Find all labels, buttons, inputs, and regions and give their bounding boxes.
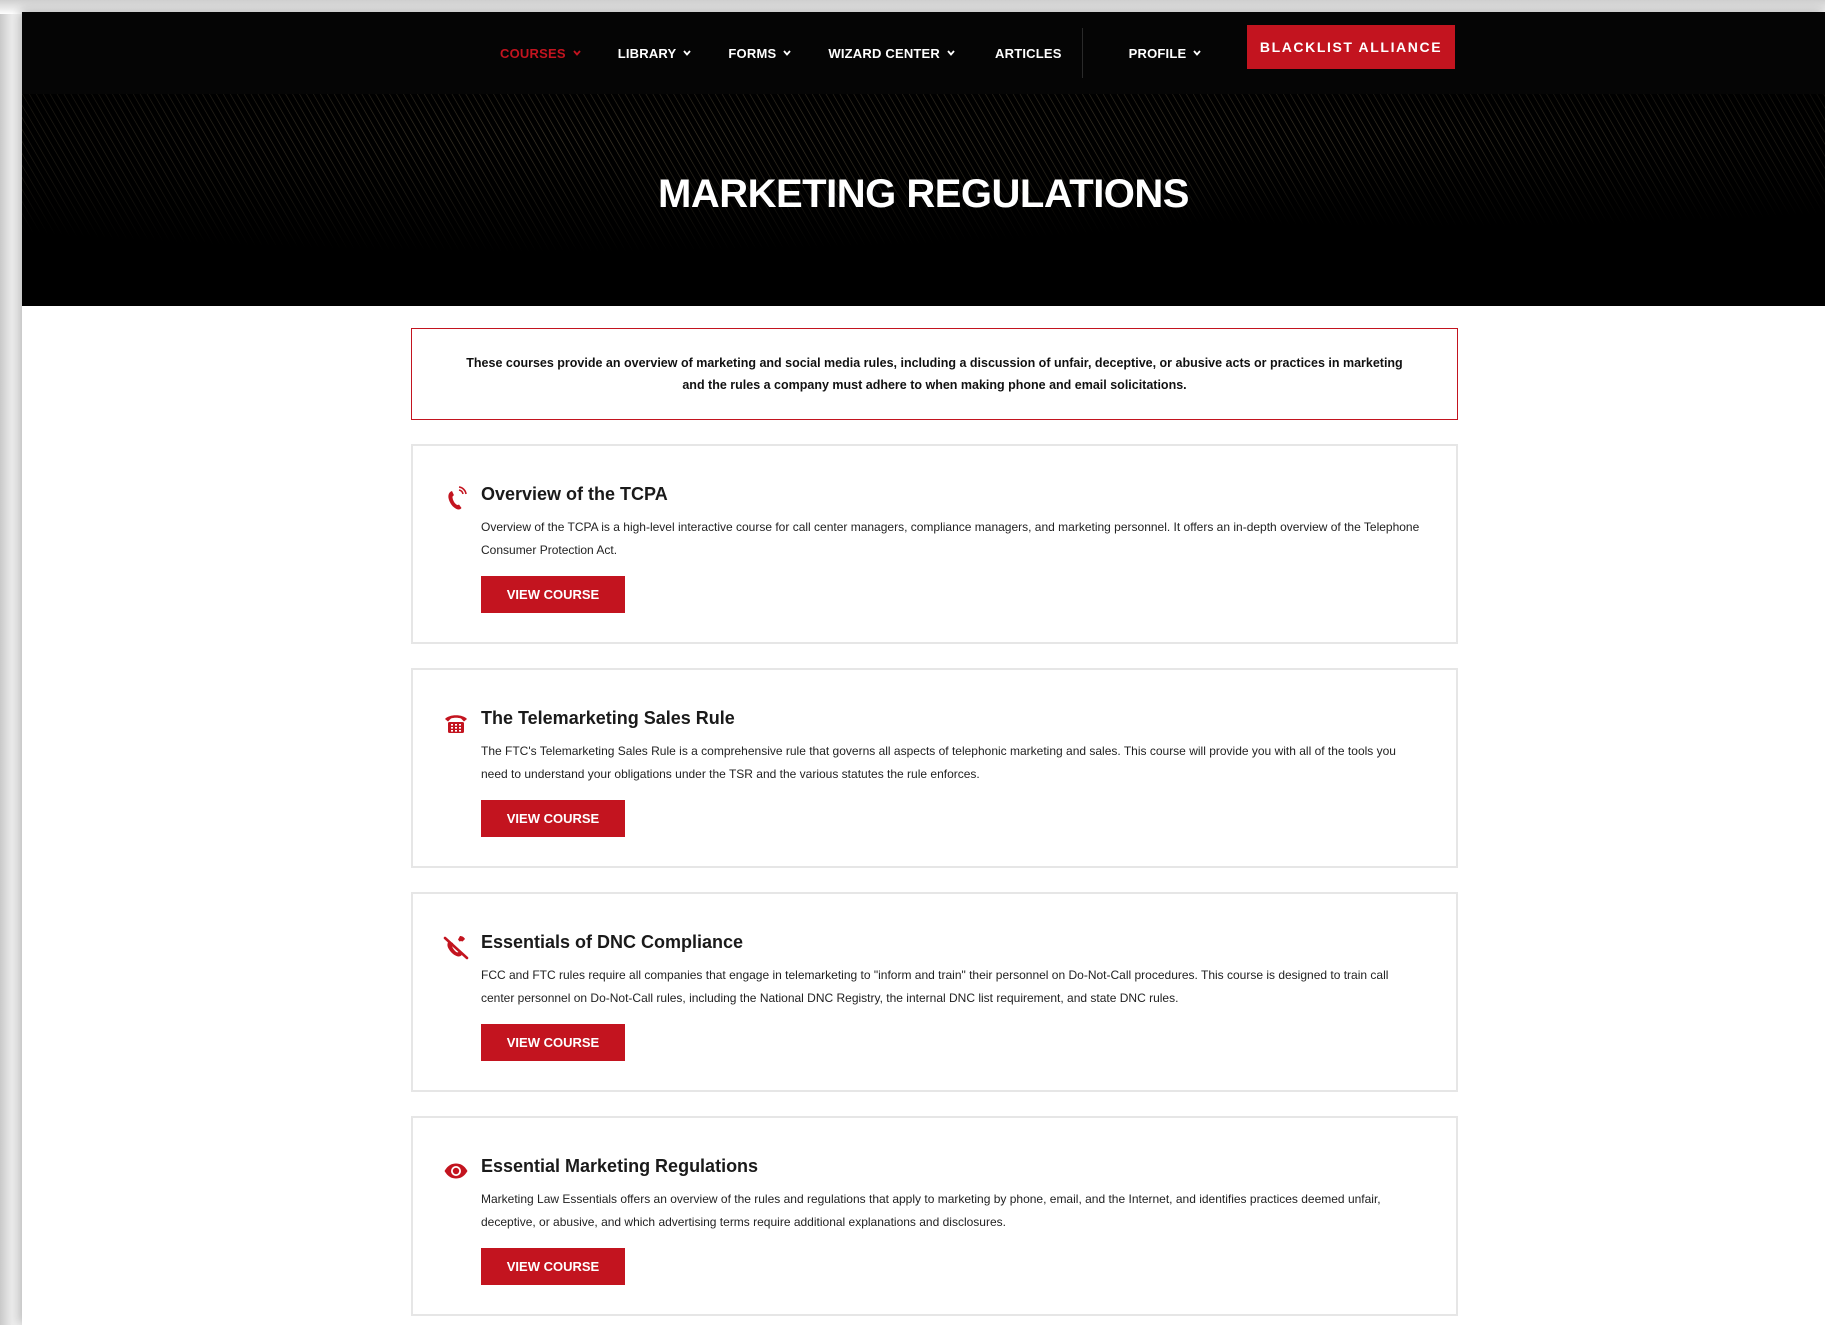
course-description: Overview of the TCPA is a high-level int… [481,520,1420,557]
web-page: COURSES LIBRARY FORMS WIZARD CENTER ARTI… [22,12,1825,1325]
course-description: The FTC's Telemarketing Sales Rule is a … [481,744,1396,781]
chevron-down-icon [683,50,692,56]
nav-library-label: LIBRARY [617,45,677,61]
course-description: FCC and FTC rules require all companies … [481,968,1389,1005]
course-title: Overview of the TCPA [481,484,668,504]
screenshot-frame: COURSES LIBRARY FORMS WIZARD CENTER ARTI… [0,0,1825,1325]
course-card-dnc-compliance: Essentials of DNC Compliance FCC and FTC… [411,892,1458,1092]
nav-wizard-center[interactable]: WIZARD CENTER [828,46,955,61]
chevron-down-icon [1193,50,1202,56]
nav-library[interactable]: LIBRARY [618,46,692,61]
nav-courses[interactable]: COURSES [500,46,581,61]
blacklist-alliance-button[interactable]: BLACKLIST ALLIANCE [1247,25,1455,69]
nav-courses-label: COURSES [500,45,566,61]
chevron-down-icon [783,50,792,56]
course-card-telemarketing-sales-rule: The Telemarketing Sales Rule The FTC's T… [411,668,1458,868]
intro-text: These courses provide an overview of mar… [466,356,1403,392]
nav-profile-label: PROFILE [1128,45,1187,61]
nav-articles[interactable]: ARTICLES [995,46,1062,61]
course-title: Essentials of DNC Compliance [481,932,744,952]
view-course-button[interactable]: VIEW COURSE [481,800,625,837]
phone-blocked-icon [443,936,469,960]
chevron-down-icon [947,50,955,56]
nav-menu: COURSES LIBRARY FORMS WIZARD CENTER ARTI… [500,12,1202,94]
eye-icon [444,1163,468,1179]
phone-ringing-icon [448,486,467,510]
intro-callout: These courses provide an overview of mar… [411,328,1458,420]
top-navigation: COURSES LIBRARY FORMS WIZARD CENTER ARTI… [22,12,1825,94]
course-card-essential-marketing-regulations: Essential Marketing Regulations Marketin… [411,1116,1458,1316]
view-course-button[interactable]: VIEW COURSE [481,576,625,613]
view-course-button[interactable]: VIEW COURSE [481,1024,625,1061]
page-title: MARKETING REGULATIONS [658,172,1189,216]
course-description: Marketing Law Essentials offers an overv… [481,1192,1381,1229]
nav-profile[interactable]: PROFILE [1129,46,1202,61]
nav-divider [1081,28,1083,78]
nav-wizard-center-label: WIZARD CENTER [828,45,941,61]
nav-articles-label: ARTICLES [995,45,1062,61]
course-title: Essential Marketing Regulations [481,1156,759,1176]
course-title: The Telemarketing Sales Rule [481,708,735,728]
desk-phone-icon [445,715,467,733]
chevron-down-icon [573,50,581,56]
nav-forms-label: FORMS [728,45,777,61]
nav-forms[interactable]: FORMS [728,45,792,61]
hero-banner: MARKETING REGULATIONS [22,94,1825,306]
view-course-button[interactable]: VIEW COURSE [481,1248,625,1285]
course-card-tcpa: Overview of the TCPA Overview of the TCP… [411,444,1458,644]
